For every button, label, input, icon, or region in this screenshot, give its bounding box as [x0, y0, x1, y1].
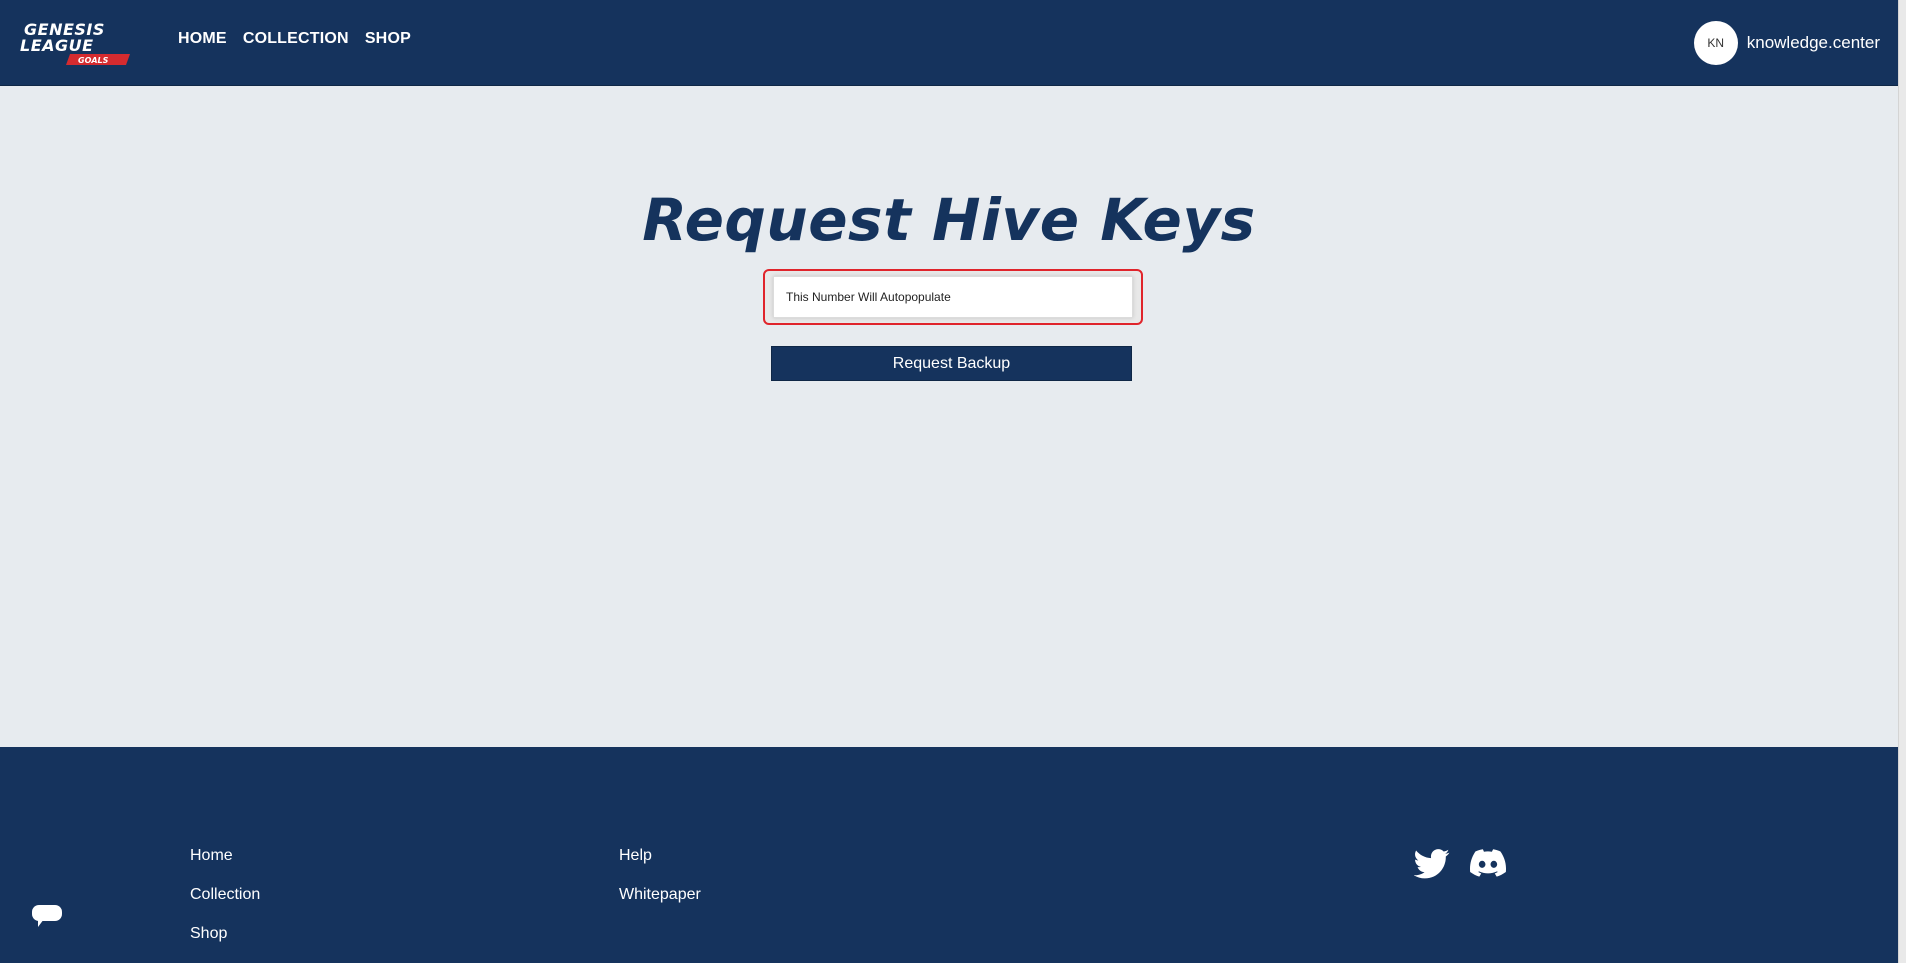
- discord-icon[interactable]: [1470, 849, 1507, 879]
- main-content: Request Hive Keys Request Backup: [0, 86, 1898, 747]
- username[interactable]: knowledge.center: [1747, 33, 1880, 53]
- site-header: GENESIS LEAGUE GOALS HOME COLLECTION SHO…: [0, 0, 1898, 86]
- site-footer: Home Collection Shop Help Whitepaper: [0, 747, 1898, 963]
- logo-line-3: GOALS: [78, 56, 109, 65]
- nav-shop[interactable]: SHOP: [365, 30, 411, 48]
- footer-link-help[interactable]: Help: [619, 846, 701, 866]
- footer-link-collection[interactable]: Collection: [190, 885, 260, 905]
- main-nav: HOME COLLECTION SHOP: [178, 30, 411, 48]
- logo-line-2: LEAGUE: [20, 36, 94, 55]
- footer-link-whitepaper[interactable]: Whitepaper: [619, 885, 701, 905]
- footer-links-secondary: Help Whitepaper: [619, 846, 701, 905]
- page-title: Request Hive Keys: [642, 186, 1256, 254]
- footer-links-primary: Home Collection Shop: [190, 846, 260, 944]
- footer-link-home[interactable]: Home: [190, 846, 260, 866]
- highlighted-input-wrapper: [763, 269, 1143, 325]
- footer-link-shop[interactable]: Shop: [190, 924, 260, 944]
- page-scrollbar[interactable]: [1898, 0, 1906, 963]
- account-number-input[interactable]: [773, 276, 1133, 318]
- chat-bubble-icon[interactable]: [29, 899, 65, 933]
- nav-collection[interactable]: COLLECTION: [243, 30, 349, 48]
- page: GENESIS LEAGUE GOALS HOME COLLECTION SHO…: [0, 0, 1906, 963]
- user-menu[interactable]: KN knowledge.center: [1693, 21, 1880, 65]
- twitter-icon[interactable]: [1413, 849, 1450, 879]
- nav-home[interactable]: HOME: [178, 30, 227, 48]
- social-links: [1413, 849, 1507, 879]
- request-backup-button[interactable]: Request Backup: [771, 346, 1132, 381]
- avatar[interactable]: KN: [1693, 21, 1738, 65]
- genesis-league-goals-logo[interactable]: GENESIS LEAGUE GOALS: [18, 20, 140, 66]
